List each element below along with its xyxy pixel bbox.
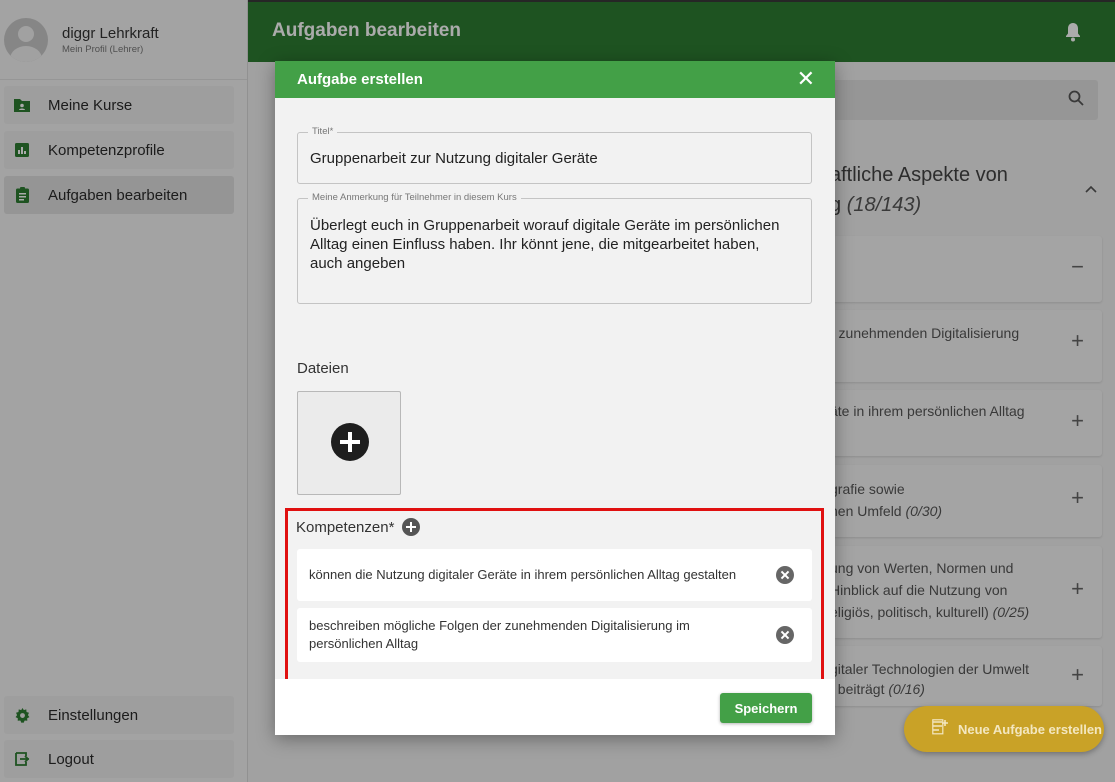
dialog-header: Aufgabe erstellen [275, 61, 835, 98]
title-field[interactable]: Titel* Gruppenarbeit zur Nutzung digital… [297, 126, 812, 184]
competencies-label: Kompetenzen* [296, 518, 395, 536]
add-competency-icon[interactable] [402, 518, 421, 536]
competency-item: können die Nutzung digitaler Geräte in i… [297, 549, 812, 601]
file-upload-button[interactable] [297, 391, 401, 495]
dialog-title: Aufgabe erstellen [297, 71, 423, 88]
add-note-icon [932, 718, 948, 740]
dialog-body: Titel* Gruppenarbeit zur Nutzung digital… [275, 98, 835, 686]
title-field-value[interactable]: Gruppenarbeit zur Nutzung digitaler Gerä… [310, 149, 791, 168]
remove-competency-icon[interactable] [776, 626, 794, 644]
title-field-label: Titel* [308, 126, 338, 137]
note-field-label: Meine Anmerkung für Teilnehmer in diesem… [308, 192, 521, 203]
close-icon[interactable]: ✕ [797, 68, 815, 90]
note-field[interactable]: Meine Anmerkung für Teilnehmer in diesem… [297, 192, 812, 304]
dialog-footer: Speichern [275, 679, 835, 735]
competency-item: beschreiben mögliche Folgen der zunehmen… [297, 608, 812, 662]
competency-text: beschreiben mögliche Folgen der zunehmen… [309, 618, 690, 651]
competency-text: können die Nutzung digitaler Geräte in i… [309, 567, 737, 582]
note-field-value[interactable]: Überlegt euch in Gruppenarbeit worauf di… [310, 216, 791, 273]
files-label: Dateien [297, 360, 349, 377]
save-button[interactable]: Speichern [720, 693, 812, 723]
competencies-section: Kompetenzen* können die Nutzung digitale… [285, 508, 824, 686]
plus-circle-icon [331, 423, 369, 461]
remove-competency-icon[interactable] [776, 566, 794, 584]
new-task-label: Neue Aufgabe erstellen [958, 721, 1103, 737]
new-task-button[interactable]: Neue Aufgabe erstellen [904, 706, 1104, 752]
create-task-dialog: Aufgabe erstellen ✕ Titel* Gruppenarbeit… [275, 61, 835, 735]
